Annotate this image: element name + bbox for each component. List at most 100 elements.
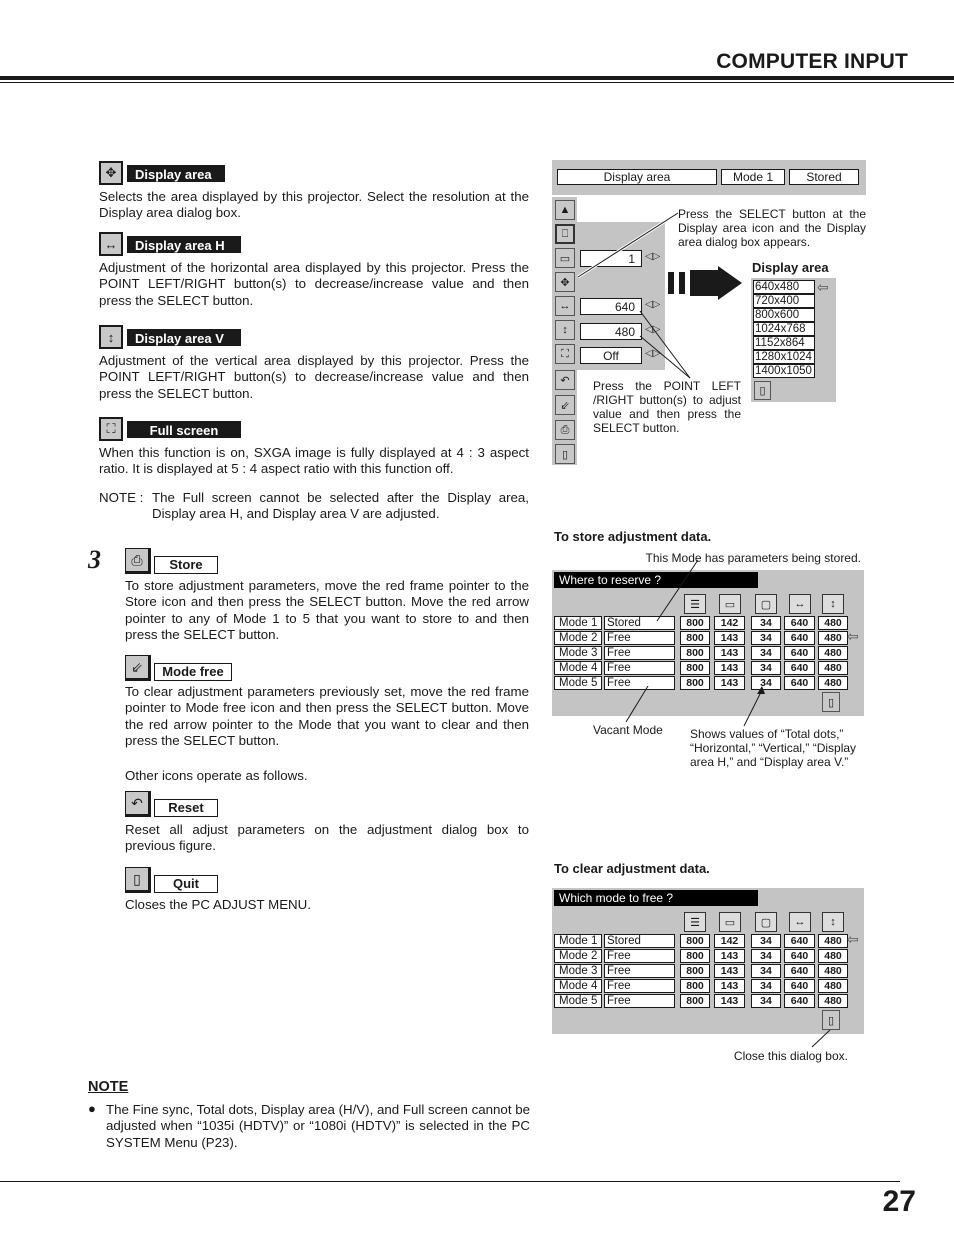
mode-value: 480: [818, 949, 848, 963]
full-screen-icon[interactable]: ⛶: [555, 344, 575, 364]
mode-value: 480: [818, 964, 848, 978]
mode-label[interactable]: Mode 1: [554, 934, 602, 948]
mode-value: 142: [714, 616, 745, 630]
footer-rule: [0, 1181, 900, 1182]
resolution-option[interactable]: 1400x1050: [753, 364, 815, 378]
mode-value: 34: [751, 661, 781, 675]
resolution-option[interactable]: 640x480: [753, 280, 815, 294]
mode-value: 34: [751, 934, 781, 948]
callout-vacant: Vacant Mode: [593, 723, 663, 737]
left-right-arrows-icon[interactable]: ◁▷: [645, 324, 660, 335]
display-area-v-value[interactable]: 480: [580, 323, 642, 340]
mode-free-text: To clear adjustment parameters previousl…: [125, 684, 529, 748]
resolution-option[interactable]: 1280x1024: [753, 350, 815, 364]
mode-status[interactable]: Free: [604, 994, 675, 1008]
mode-value: 640: [784, 646, 815, 660]
mode-value: 480: [818, 979, 848, 993]
mode-value: 34: [751, 949, 781, 963]
mode-value: 800: [680, 646, 710, 660]
quit-label: Quit: [154, 875, 218, 893]
quit-icon[interactable]: ▯: [822, 692, 840, 712]
display-area-h-icon[interactable]: ↔: [555, 296, 575, 316]
note-prefix: NOTE :: [99, 490, 144, 505]
note-text: The Fine sync, Total dots, Display area …: [106, 1102, 530, 1150]
resolution-option[interactable]: 1152x864: [753, 336, 815, 350]
mode-status[interactable]: Free: [604, 676, 675, 690]
mode-label[interactable]: Mode 2: [554, 949, 602, 963]
reset-icon[interactable]: ↶: [555, 370, 575, 390]
mode-status[interactable]: Free: [604, 661, 675, 675]
other-icons-intro: Other icons operate as follows.: [125, 768, 308, 783]
quit-icon[interactable]: ▯: [822, 1010, 840, 1030]
display-area-v-icon: ↕: [99, 325, 123, 349]
display-area-h-value[interactable]: 640: [580, 298, 642, 315]
mode-status[interactable]: Free: [604, 979, 675, 993]
mode-label[interactable]: Mode 1: [554, 616, 602, 630]
mode-label[interactable]: Mode 5: [554, 994, 602, 1008]
store-text: To store adjustment parameters, move the…: [125, 578, 529, 642]
mode-value: 640: [784, 661, 815, 675]
store-caption: To store adjustment data.: [554, 529, 712, 544]
mode-label[interactable]: Mode 5: [554, 676, 602, 690]
mode-value: 480: [818, 616, 848, 630]
mode-status[interactable]: Free: [604, 631, 675, 645]
mode-value: 143: [714, 646, 745, 660]
full-screen-value[interactable]: Off: [580, 347, 642, 364]
display-area-h-icon: ↔: [789, 594, 811, 614]
step-number: 3: [88, 545, 101, 574]
clear-caption: To clear adjustment data.: [554, 861, 710, 876]
display-area-icon: ✥: [99, 161, 123, 185]
resolution-option[interactable]: 1024x768: [753, 322, 815, 336]
mode-value: 800: [680, 979, 710, 993]
quit-icon[interactable]: ▯: [754, 381, 771, 400]
display-area-v-icon[interactable]: ↕: [555, 320, 575, 340]
scroll-up-icon[interactable]: ▲: [555, 200, 575, 220]
menu-mode-field: Mode 1: [721, 169, 785, 185]
mode-free-header: ⇙ Mode free: [125, 655, 232, 681]
resolution-list: 640x480 720x400 800x600 1024x768 1152x864 128…: [753, 280, 815, 378]
section-text: Adjustment of the horizontal area displa…: [99, 260, 529, 308]
display-area-value[interactable]: 1: [580, 250, 642, 267]
resolution-option[interactable]: 720x400: [753, 294, 815, 308]
mode-label[interactable]: Mode 4: [554, 661, 602, 675]
resolution-option[interactable]: 800x600: [753, 308, 815, 322]
page-number: 27: [882, 1185, 916, 1218]
mode-free-icon[interactable]: ⇙: [555, 395, 575, 415]
menu-select-icon[interactable]: ⎕: [555, 224, 575, 244]
display-area-adjust-icon[interactable]: ▭: [555, 248, 575, 268]
mode-value: 143: [714, 949, 745, 963]
reset-icon: ↶: [125, 791, 151, 817]
section-full-screen-header: ⛶ Full screen: [99, 417, 241, 441]
mode-status[interactable]: Stored: [604, 616, 675, 630]
display-area-icon[interactable]: ✥: [555, 272, 575, 292]
section-text: Adjustment of the vertical area displaye…: [99, 353, 529, 401]
mode-value: 480: [818, 631, 848, 645]
clear-dialog: Which mode to free ? ☰ ▭ ▢ ↔ ↕ Mode 1 Stored 800…: [552, 888, 864, 1034]
left-right-arrows-icon[interactable]: ◁▷: [645, 299, 660, 310]
menu-item-field: Display area: [557, 169, 717, 185]
vertical-icon: ▢: [755, 594, 777, 614]
left-right-arrows-icon[interactable]: ◁▷: [645, 251, 660, 262]
left-right-arrows-icon[interactable]: ◁▷: [645, 348, 660, 359]
mode-status[interactable]: Free: [604, 964, 675, 978]
mode-status[interactable]: Free: [604, 949, 675, 963]
mode-status[interactable]: Stored: [604, 934, 675, 948]
mode-value: 143: [714, 964, 745, 978]
mode-status[interactable]: Free: [604, 646, 675, 660]
section-label: Display area: [127, 164, 225, 182]
quit-icon[interactable]: ▯: [555, 444, 575, 464]
display-area-v-icon: ↕: [822, 594, 844, 614]
store-icon[interactable]: ⎙: [555, 420, 575, 440]
menu-status-field: Stored: [789, 169, 859, 185]
mode-value: 480: [818, 934, 848, 948]
mode-value: 800: [680, 676, 710, 690]
mode-label[interactable]: Mode 3: [554, 964, 602, 978]
mode-label[interactable]: Mode 4: [554, 979, 602, 993]
mode-label[interactable]: Mode 2: [554, 631, 602, 645]
mode-value: 34: [751, 964, 781, 978]
full-screen-icon: ⛶: [99, 417, 123, 441]
section-text: Selects the area displayed by this proje…: [99, 189, 529, 221]
mode-value: 142: [714, 934, 745, 948]
pointer-arrow-icon: ⇦: [847, 931, 859, 947]
mode-label[interactable]: Mode 3: [554, 646, 602, 660]
